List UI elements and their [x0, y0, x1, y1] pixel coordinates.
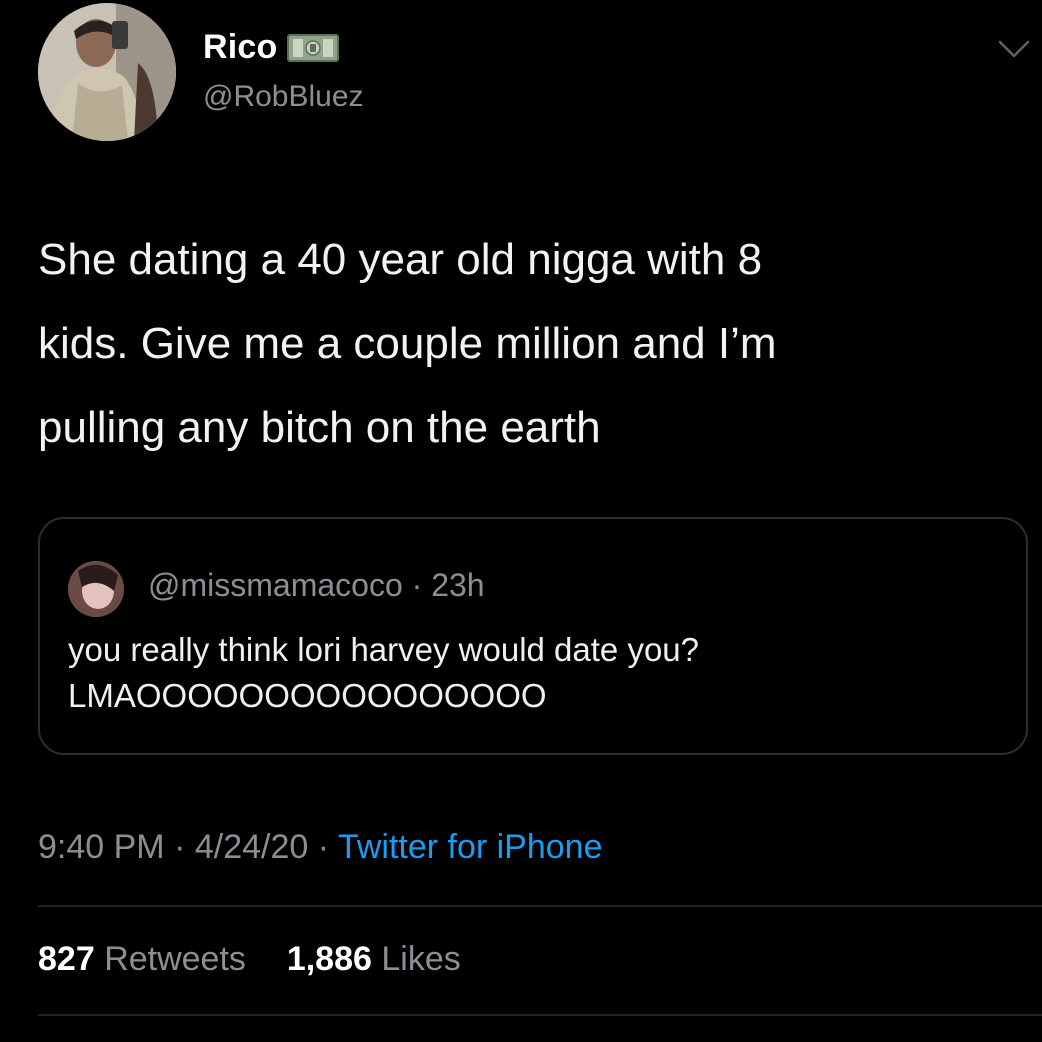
retweets-count: 827	[38, 940, 95, 978]
quoted-author-avatar	[68, 561, 124, 617]
quoted-tweet-meta: @missmamacoco · 23h	[148, 567, 485, 604]
quoted-author-handle[interactable]: @missmamacoco	[148, 567, 403, 603]
tweet-time: 9:40 PM	[38, 828, 165, 866]
engagement-stats: 827 Retweets 1,886 Likes	[38, 940, 461, 979]
author-display-name[interactable]: Rico	[203, 28, 277, 67]
quoted-tweet-text: you really think lori harvey would date …	[68, 631, 700, 714]
quoted-meta-separator: ·	[411, 567, 423, 603]
divider-top	[38, 905, 1042, 907]
tweet-source-link[interactable]: Twitter for iPhone	[338, 828, 603, 866]
money-bill-emoji-icon	[287, 33, 340, 63]
divider-bottom	[38, 1014, 1042, 1016]
likes-label: Likes	[381, 940, 461, 978]
source-separator: ·	[317, 828, 330, 866]
timestamp-separator: ·	[174, 828, 186, 866]
retweets-label: Retweets	[104, 940, 246, 978]
tweet-body-text: She dating a 40 year old nigga with 8 ki…	[38, 235, 777, 452]
author-avatar[interactable]	[38, 3, 176, 141]
tweet-timestamp-row: 9:40 PM · 4/24/20 · Twitter for iPhone	[38, 828, 603, 867]
chevron-down-icon[interactable]	[996, 34, 1032, 62]
likes-count: 1,886	[286, 940, 372, 978]
author-name-row: Rico	[203, 28, 340, 67]
tweet-date: 4/24/20	[194, 828, 309, 866]
author-avatar-photo	[38, 3, 176, 141]
likes-stat[interactable]: 1,886 Likes	[287, 940, 461, 978]
quoted-tweet-card[interactable]: @missmamacoco · 23h you really think lor…	[38, 517, 1028, 755]
author-handle[interactable]: @RobBluez	[203, 80, 364, 114]
quoted-tweet-time: 23h	[431, 567, 485, 603]
retweets-stat[interactable]: 827 Retweets	[38, 940, 255, 978]
tweet-container: Rico @RobBluez She dating a 40 year old …	[0, 0, 1042, 1042]
